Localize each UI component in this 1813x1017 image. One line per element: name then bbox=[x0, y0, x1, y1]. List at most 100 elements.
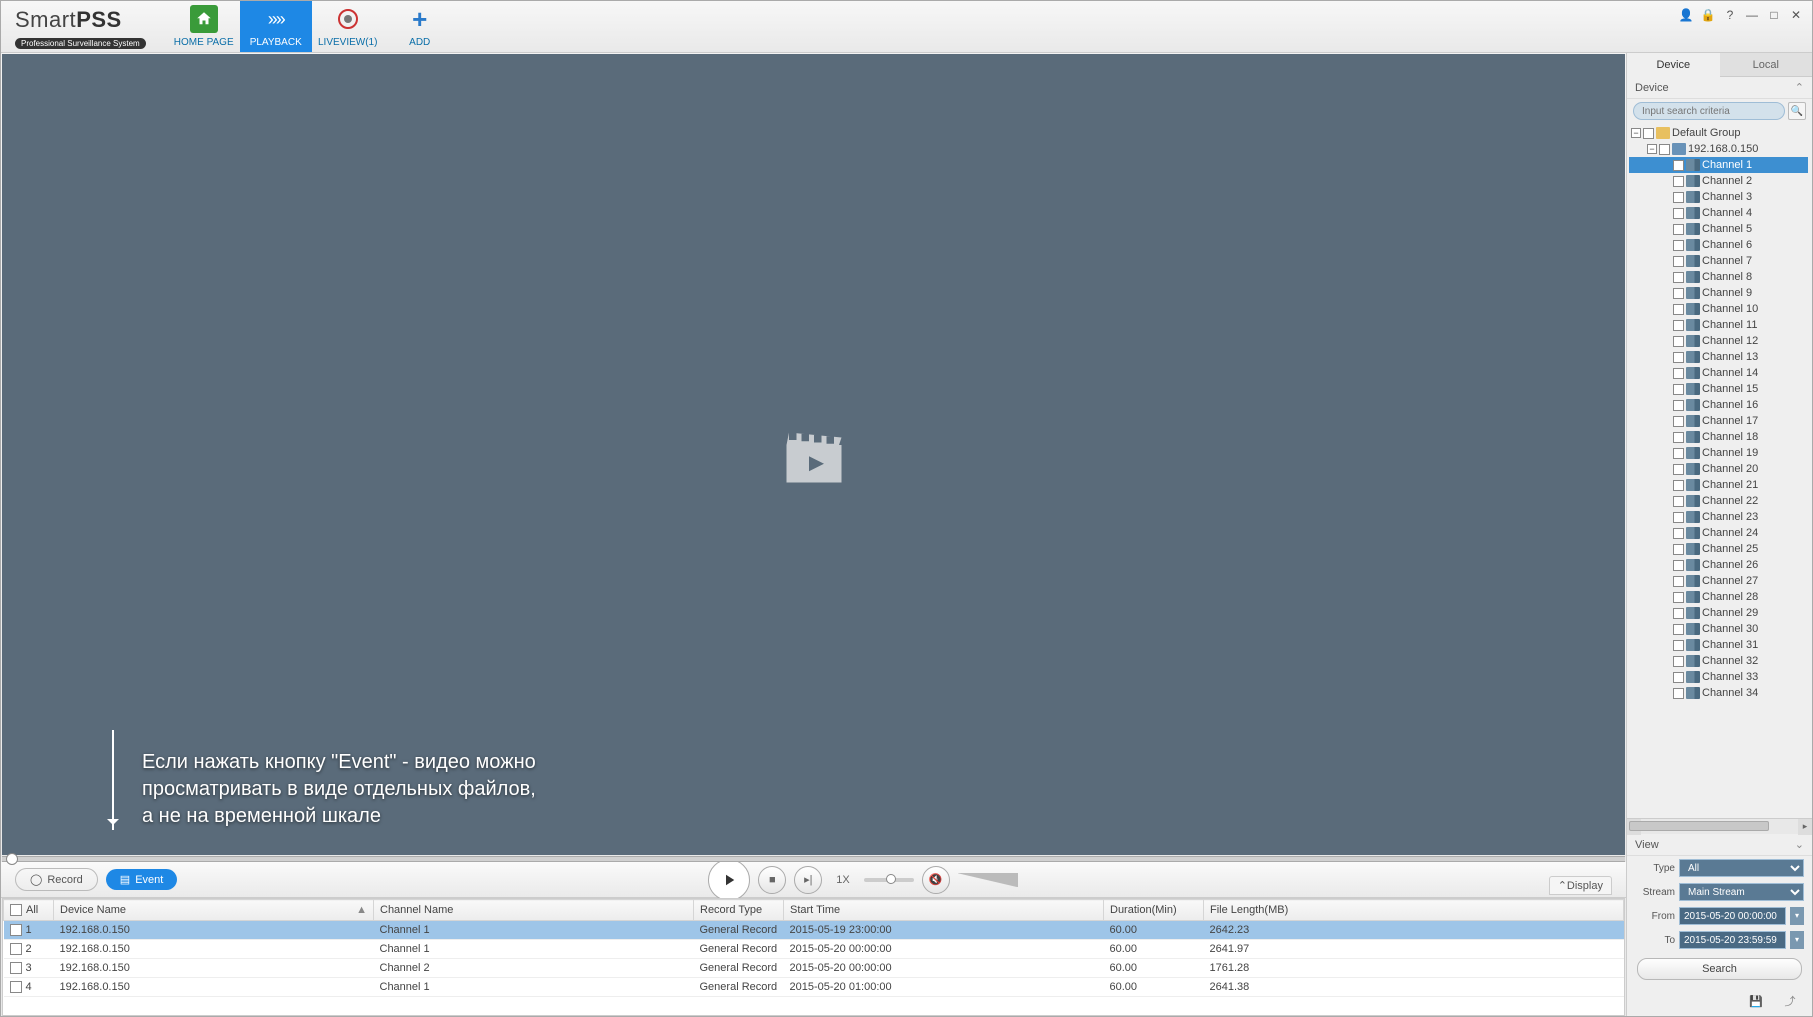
checkbox[interactable] bbox=[1673, 320, 1684, 331]
tree-channel[interactable]: Channel 23 bbox=[1629, 509, 1808, 525]
checkbox[interactable] bbox=[1673, 480, 1684, 491]
table-row[interactable]: 4192.168.0.150Channel 1General Record201… bbox=[4, 978, 1624, 997]
tree-device[interactable]: −192.168.0.150 bbox=[1629, 141, 1808, 157]
save-icon[interactable]: 💾 bbox=[1746, 992, 1766, 1010]
checkbox[interactable] bbox=[1673, 304, 1684, 315]
stream-select[interactable]: Main Stream bbox=[1679, 883, 1804, 901]
search-input[interactable] bbox=[1633, 102, 1785, 120]
export-icon[interactable]: ⤴ bbox=[1780, 992, 1800, 1010]
device-tree[interactable]: −Default Group −192.168.0.150 Channel 1C… bbox=[1627, 123, 1812, 818]
row-checkbox[interactable] bbox=[10, 924, 22, 936]
tree-channel[interactable]: Channel 5 bbox=[1629, 221, 1808, 237]
timeline-knob[interactable] bbox=[6, 853, 18, 865]
checkbox[interactable] bbox=[1673, 592, 1684, 603]
checkbox[interactable] bbox=[1673, 448, 1684, 459]
checkbox[interactable] bbox=[1673, 400, 1684, 411]
nav-playback[interactable]: ›››› PLAYBACK bbox=[240, 1, 312, 52]
checkbox[interactable] bbox=[1673, 384, 1684, 395]
section-view[interactable]: View⌄ bbox=[1627, 834, 1812, 856]
checkbox[interactable] bbox=[1673, 544, 1684, 555]
checkbox[interactable] bbox=[1673, 256, 1684, 267]
tree-channel[interactable]: Channel 25 bbox=[1629, 541, 1808, 557]
table-row[interactable]: 3192.168.0.150Channel 2General Record201… bbox=[4, 959, 1624, 978]
chevron-up-icon[interactable]: ⌃ bbox=[1795, 81, 1804, 94]
tree-channel[interactable]: Channel 10 bbox=[1629, 301, 1808, 317]
col-length[interactable]: File Length(MB) bbox=[1204, 900, 1624, 921]
tree-channel[interactable]: Channel 30 bbox=[1629, 621, 1808, 637]
checkbox[interactable] bbox=[1673, 352, 1684, 363]
collapse-icon[interactable]: − bbox=[1631, 128, 1641, 138]
tree-channel[interactable]: Channel 12 bbox=[1629, 333, 1808, 349]
mode-event[interactable]: ▤ Event bbox=[106, 869, 178, 890]
scroll-right-icon[interactable]: ▸ bbox=[1798, 819, 1812, 835]
chevron-down-icon[interactable]: ⌄ bbox=[1795, 838, 1804, 851]
video-viewport[interactable]: Если нажать кнопку "Event" - видео можно… bbox=[2, 54, 1625, 855]
timeline-track[interactable] bbox=[2, 856, 1625, 862]
speed-slider[interactable] bbox=[864, 878, 914, 882]
section-device[interactable]: Device⌃ bbox=[1627, 77, 1812, 99]
tree-channel[interactable]: Channel 26 bbox=[1629, 557, 1808, 573]
checkbox[interactable] bbox=[1673, 272, 1684, 283]
close-icon[interactable]: ✕ bbox=[1788, 7, 1804, 23]
nav-home[interactable]: HOME PAGE bbox=[168, 1, 240, 52]
tree-channel[interactable]: Channel 14 bbox=[1629, 365, 1808, 381]
type-select[interactable]: All bbox=[1679, 859, 1804, 877]
tree-channel[interactable]: Channel 21 bbox=[1629, 477, 1808, 493]
search-button-main[interactable]: Search bbox=[1637, 958, 1802, 980]
checkbox[interactable] bbox=[1673, 336, 1684, 347]
tree-channel[interactable]: Channel 28 bbox=[1629, 589, 1808, 605]
stop-button[interactable]: ■ bbox=[758, 866, 786, 894]
checkbox[interactable] bbox=[1673, 496, 1684, 507]
nav-add[interactable]: + ADD bbox=[384, 1, 456, 52]
tree-channel[interactable]: Channel 27 bbox=[1629, 573, 1808, 589]
checkbox[interactable] bbox=[1673, 288, 1684, 299]
row-checkbox[interactable] bbox=[10, 962, 22, 974]
col-all[interactable]: All bbox=[4, 900, 54, 921]
checkbox[interactable] bbox=[1673, 416, 1684, 427]
tree-channel[interactable]: Channel 32 bbox=[1629, 653, 1808, 669]
row-checkbox[interactable] bbox=[10, 981, 22, 993]
play-button[interactable] bbox=[708, 859, 750, 901]
col-device[interactable]: Device Name▲ bbox=[54, 900, 374, 921]
tree-channel[interactable]: Channel 1 bbox=[1629, 157, 1808, 173]
checkbox[interactable] bbox=[1673, 512, 1684, 523]
mode-record[interactable]: ◯ Record bbox=[15, 868, 98, 891]
tree-channel[interactable]: Channel 8 bbox=[1629, 269, 1808, 285]
checkbox-all[interactable] bbox=[10, 904, 22, 916]
checkbox[interactable] bbox=[1673, 224, 1684, 235]
tree-channel[interactable]: Channel 16 bbox=[1629, 397, 1808, 413]
checkbox[interactable] bbox=[1673, 208, 1684, 219]
checkbox[interactable] bbox=[1643, 128, 1654, 139]
tab-local[interactable]: Local bbox=[1720, 53, 1813, 77]
checkbox[interactable] bbox=[1673, 432, 1684, 443]
table-row[interactable]: 2192.168.0.150Channel 1General Record201… bbox=[4, 940, 1624, 959]
col-channel[interactable]: Channel Name bbox=[374, 900, 694, 921]
collapse-icon[interactable]: − bbox=[1647, 144, 1657, 154]
volume-slider[interactable] bbox=[958, 873, 1018, 887]
checkbox[interactable] bbox=[1673, 608, 1684, 619]
tree-channel[interactable]: Channel 24 bbox=[1629, 525, 1808, 541]
checkbox[interactable] bbox=[1673, 656, 1684, 667]
help-icon[interactable]: ? bbox=[1722, 7, 1738, 23]
checkbox[interactable] bbox=[1673, 672, 1684, 683]
col-duration[interactable]: Duration(Min) bbox=[1104, 900, 1204, 921]
checkbox[interactable] bbox=[1673, 160, 1684, 171]
nav-liveview[interactable]: LIVEVIEW(1) bbox=[312, 1, 384, 52]
checkbox[interactable] bbox=[1659, 144, 1670, 155]
tree-channel[interactable]: Channel 31 bbox=[1629, 637, 1808, 653]
checkbox[interactable] bbox=[1673, 464, 1684, 475]
checkbox[interactable] bbox=[1673, 240, 1684, 251]
checkbox[interactable] bbox=[1673, 560, 1684, 571]
tab-device[interactable]: Device bbox=[1627, 53, 1720, 77]
tree-channel[interactable]: Channel 7 bbox=[1629, 253, 1808, 269]
tree-channel[interactable]: Channel 29 bbox=[1629, 605, 1808, 621]
tree-channel[interactable]: Channel 17 bbox=[1629, 413, 1808, 429]
checkbox[interactable] bbox=[1673, 192, 1684, 203]
checkbox[interactable] bbox=[1673, 528, 1684, 539]
maximize-icon[interactable]: □ bbox=[1766, 7, 1782, 23]
checkbox[interactable] bbox=[1673, 368, 1684, 379]
tree-channel[interactable]: Channel 13 bbox=[1629, 349, 1808, 365]
row-checkbox[interactable] bbox=[10, 943, 22, 955]
to-input[interactable]: 2015-05-20 23:59:59 bbox=[1679, 931, 1786, 949]
tree-channel[interactable]: Channel 33 bbox=[1629, 669, 1808, 685]
